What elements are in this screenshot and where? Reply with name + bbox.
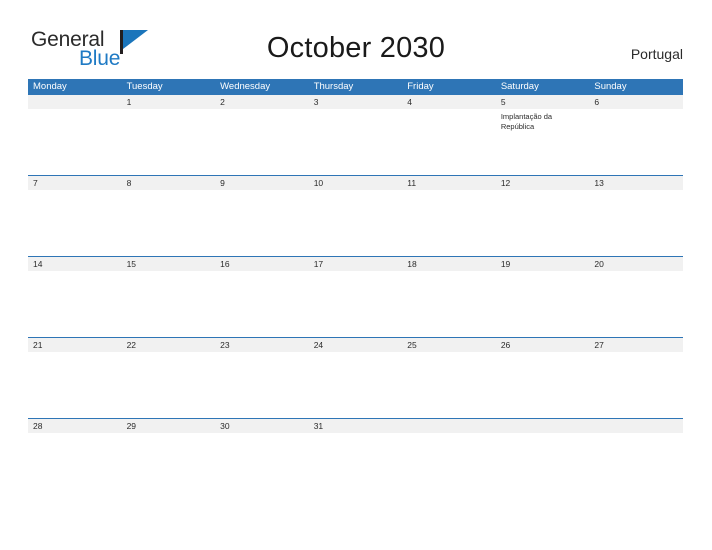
calendar-page: General Blue October 2030 Portugal Monda… <box>0 0 712 550</box>
weekday-header-row: Monday Tuesday Wednesday Thursday Friday… <box>28 79 683 95</box>
day-cell[interactable]: 16 <box>215 257 309 337</box>
day-number: 24 <box>313 340 324 350</box>
day-number: 11 <box>407 178 417 188</box>
day-number: 14 <box>33 259 43 269</box>
holiday-event-label: Implantação da República <box>500 112 553 131</box>
day-number: 19 <box>500 259 511 269</box>
week-row: 14 15 16 17 18 19 20 <box>28 256 683 337</box>
day-number: 10 <box>313 178 324 188</box>
day-cell[interactable] <box>28 95 122 175</box>
day-number: 29 <box>126 421 137 431</box>
week-row: 1 2 3 4 5 Implantação da República 6 <box>28 95 683 175</box>
day-cell[interactable]: 28 <box>28 419 122 441</box>
calendar-table: Monday Tuesday Wednesday Thursday Friday… <box>28 79 683 441</box>
day-cell[interactable]: 31 <box>309 419 403 441</box>
day-number: 15 <box>126 259 137 269</box>
weekday-header-thursday: Thursday <box>313 81 354 92</box>
day-number: 20 <box>594 259 604 269</box>
day-number: 25 <box>407 340 417 350</box>
region-label: Portugal <box>630 46 683 62</box>
day-cell[interactable]: 27 <box>589 338 683 418</box>
day-cell[interactable]: 21 <box>28 338 122 418</box>
day-cell[interactable]: 3 <box>309 95 403 175</box>
day-number: 2 <box>220 97 225 107</box>
day-number: 17 <box>313 259 324 269</box>
weekday-header-saturday: Saturday <box>500 81 539 92</box>
day-number: 3 <box>313 97 319 107</box>
day-number: 9 <box>220 178 225 188</box>
day-cell[interactable]: 6 <box>589 95 683 175</box>
day-number: 30 <box>220 421 230 431</box>
week-row: 21 22 23 24 25 26 27 <box>28 337 683 418</box>
day-number: 6 <box>594 97 600 107</box>
day-number: 26 <box>500 340 511 350</box>
day-cell[interactable]: 4 <box>402 95 496 175</box>
day-number: 5 <box>500 97 506 107</box>
day-cell[interactable] <box>496 419 590 441</box>
day-cell[interactable]: 8 <box>122 176 216 256</box>
page-title: October 2030 <box>266 32 446 64</box>
day-number: 13 <box>594 178 604 188</box>
day-cell[interactable]: 7 <box>28 176 122 256</box>
day-number: 31 <box>313 421 324 431</box>
page-header: General Blue October 2030 Portugal <box>0 0 712 78</box>
weekday-header-tuesday: Tuesday <box>126 81 163 92</box>
day-cell[interactable]: 29 <box>122 419 216 441</box>
day-number: 23 <box>220 340 230 350</box>
day-number: 1 <box>126 97 132 107</box>
day-cell[interactable]: 12 <box>496 176 590 256</box>
day-cell[interactable]: 1 <box>122 95 216 175</box>
weekday-header-sunday: Sunday <box>594 81 627 92</box>
day-cell[interactable]: 13 <box>589 176 683 256</box>
day-cell[interactable]: 26 <box>496 338 590 418</box>
weekday-header-monday: Monday <box>33 81 67 92</box>
day-cell[interactable]: 22 <box>122 338 216 418</box>
day-cell[interactable]: 9 <box>215 176 309 256</box>
day-cell[interactable]: 14 <box>28 257 122 337</box>
day-number: 18 <box>407 259 417 269</box>
day-cell[interactable]: 18 <box>402 257 496 337</box>
day-number: 8 <box>126 178 132 188</box>
weekday-header-friday: Friday <box>407 81 434 92</box>
day-cell[interactable] <box>589 419 683 441</box>
day-cell[interactable]: 20 <box>589 257 683 337</box>
day-number: 21 <box>33 340 43 350</box>
day-number: 16 <box>220 259 230 269</box>
day-cell[interactable]: 30 <box>215 419 309 441</box>
day-number: 28 <box>33 421 43 431</box>
week-row: 28 29 30 31 <box>28 418 683 441</box>
week-row: 7 8 9 10 11 12 13 <box>28 175 683 256</box>
day-number: 12 <box>500 178 511 188</box>
day-cell[interactable]: 24 <box>309 338 403 418</box>
day-number: 4 <box>407 97 412 107</box>
day-number: 22 <box>126 340 137 350</box>
day-cell[interactable]: 19 <box>496 257 590 337</box>
day-cell[interactable]: 2 <box>215 95 309 175</box>
day-cell[interactable]: 23 <box>215 338 309 418</box>
day-cell[interactable]: 15 <box>122 257 216 337</box>
day-cell[interactable] <box>402 419 496 441</box>
day-cell[interactable]: 17 <box>309 257 403 337</box>
day-cell[interactable]: 10 <box>309 176 403 256</box>
day-cell[interactable]: 25 <box>402 338 496 418</box>
day-number: 27 <box>594 340 604 350</box>
day-cell[interactable]: 11 <box>402 176 496 256</box>
day-number: 7 <box>33 178 38 188</box>
weekday-header-wednesday: Wednesday <box>220 81 271 92</box>
day-cell[interactable]: 5 Implantação da República <box>496 95 590 175</box>
